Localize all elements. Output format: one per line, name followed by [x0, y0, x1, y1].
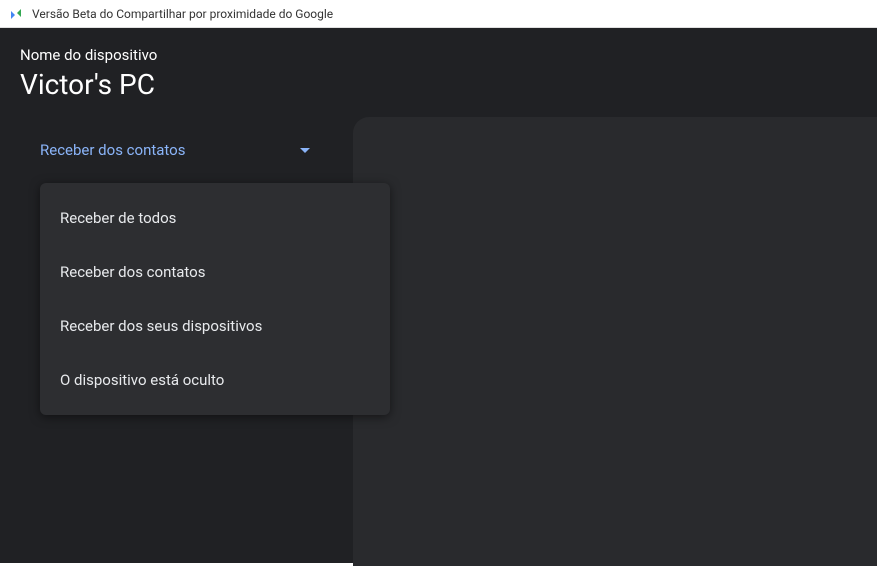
chevron-down-icon	[300, 148, 310, 153]
window-titlebar: Versão Beta do Compartilhar por proximid…	[0, 0, 877, 28]
device-name-value: Victor's PC	[20, 68, 857, 101]
app-body: Nome do dispositivo Victor's PC Receber …	[0, 28, 877, 563]
window-title: Versão Beta do Compartilhar por proximid…	[32, 7, 333, 21]
visibility-dropdown-trigger[interactable]: Receber dos contatos	[40, 137, 310, 163]
visibility-option-contacts[interactable]: Receber dos contatos	[40, 245, 390, 299]
visibility-selected-label: Receber dos contatos	[40, 141, 185, 159]
nearby-share-icon	[8, 6, 24, 22]
content-area: Receber dos contatos Receber de todos Re…	[0, 113, 877, 566]
main-content-panel	[353, 117, 877, 566]
left-panel: Receber dos contatos Receber de todos Re…	[0, 113, 353, 566]
visibility-option-your-devices[interactable]: Receber dos seus dispositivos	[40, 299, 390, 353]
device-name-label: Nome do dispositivo	[20, 46, 857, 64]
visibility-option-everyone[interactable]: Receber de todos	[40, 191, 390, 245]
visibility-option-hidden[interactable]: O dispositivo está oculto	[40, 353, 390, 407]
header-section: Nome do dispositivo Victor's PC	[0, 28, 877, 113]
visibility-dropdown-menu: Receber de todos Receber dos contatos Re…	[40, 183, 390, 415]
